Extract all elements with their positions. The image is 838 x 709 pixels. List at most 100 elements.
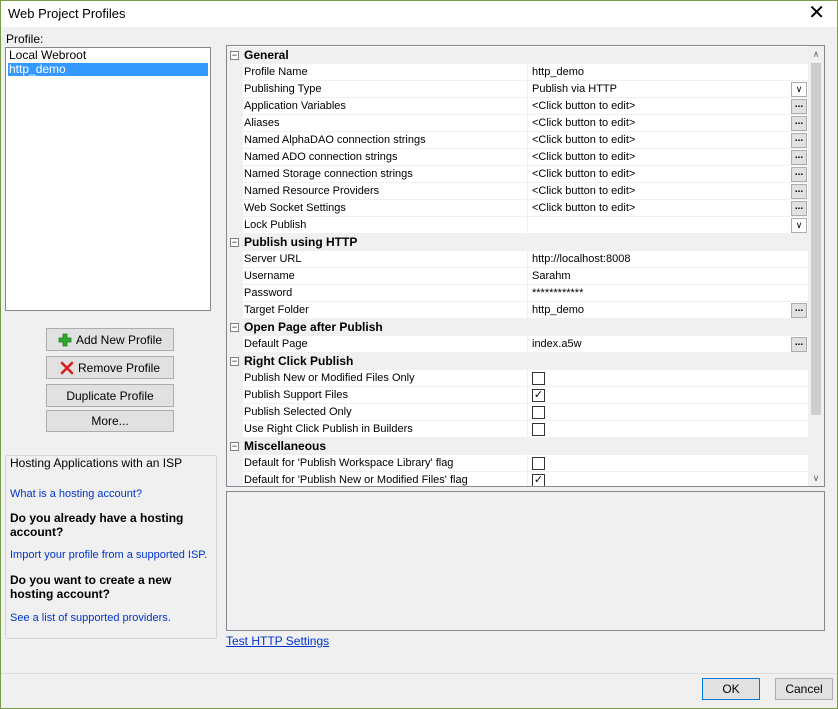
property-row-named-storage-connection-strings[interactable]: Named Storage connection strings <Click b… bbox=[227, 166, 809, 183]
property-row-server-url[interactable]: Server URL http://localhost:8008 bbox=[227, 251, 809, 268]
remove-profile-button[interactable]: Remove Profile bbox=[46, 356, 174, 379]
supported-providers-link[interactable]: See a list of supported providers. bbox=[10, 611, 210, 625]
import-profile-link[interactable]: Import your profile from a supported ISP… bbox=[10, 548, 210, 562]
duplicate-profile-button[interactable]: Duplicate Profile bbox=[46, 384, 174, 407]
scroll-down-icon[interactable]: ∨ bbox=[808, 470, 824, 486]
ellipsis-button[interactable]: ... bbox=[791, 150, 807, 165]
ellipsis-button[interactable]: ... bbox=[791, 116, 807, 131]
category-general[interactable]: − General bbox=[227, 47, 809, 64]
property-row-aliases[interactable]: Aliases <Click button to edit>... bbox=[227, 115, 809, 132]
property-value-cell[interactable]: ∨ bbox=[527, 217, 809, 234]
property-value-cell[interactable] bbox=[527, 370, 809, 387]
ellipsis-button[interactable]: ... bbox=[791, 99, 807, 114]
row-gutter bbox=[227, 132, 243, 149]
close-icon[interactable]: ✕ bbox=[808, 2, 825, 24]
scroll-thumb[interactable] bbox=[811, 63, 821, 415]
test-http-settings-link[interactable]: Test HTTP Settings bbox=[226, 634, 329, 648]
property-value: Sarahm bbox=[532, 270, 571, 282]
category-publish-using-http[interactable]: − Publish using HTTP bbox=[227, 234, 809, 251]
checkbox-checked[interactable]: ✓ bbox=[532, 474, 545, 486]
property-row-named-alphadao-connection-strings[interactable]: Named AlphaDAO connection strings <Click … bbox=[227, 132, 809, 149]
property-row-target-folder[interactable]: Target Folder http_demo... bbox=[227, 302, 809, 319]
property-value-cell[interactable]: http://localhost:8008 bbox=[527, 251, 809, 268]
property-value-cell[interactable]: <Click button to edit>... bbox=[527, 183, 809, 200]
ellipsis-button[interactable]: ... bbox=[791, 184, 807, 199]
property-row-lock-publish[interactable]: Lock Publish ∨ bbox=[227, 217, 809, 234]
profile-item-local-webroot[interactable]: Local Webroot bbox=[6, 49, 210, 62]
ellipsis-button[interactable]: ... bbox=[791, 201, 807, 216]
category-right-click-publish[interactable]: − Right Click Publish bbox=[227, 353, 809, 370]
checkbox-unchecked[interactable] bbox=[532, 372, 545, 385]
property-value-cell[interactable]: <Click button to edit>... bbox=[527, 149, 809, 166]
collapse-toggle-icon[interactable]: − bbox=[230, 238, 239, 247]
property-row-publish-support-files[interactable]: Publish Support Files ✓ bbox=[227, 387, 809, 404]
property-row-named-resource-providers[interactable]: Named Resource Providers <Click button to… bbox=[227, 183, 809, 200]
property-row-default-for-publish-new-or-modified-files-flag[interactable]: Default for 'Publish New or Modified Fil… bbox=[227, 472, 809, 486]
collapse-toggle-icon[interactable]: − bbox=[230, 51, 239, 60]
profile-list[interactable]: Local Webroot http_demo bbox=[5, 47, 211, 311]
property-value-cell[interactable]: ✓ bbox=[527, 387, 809, 404]
property-name: Named AlphaDAO connection strings bbox=[244, 134, 426, 146]
checkbox-unchecked[interactable] bbox=[532, 406, 545, 419]
row-gutter bbox=[227, 387, 243, 404]
property-row-default-page[interactable]: Default Page index.a5w... bbox=[227, 336, 809, 353]
category-label: Miscellaneous bbox=[244, 439, 327, 453]
property-row-web-socket-settings[interactable]: Web Socket Settings <Click button to edit… bbox=[227, 200, 809, 217]
property-row-publishing-type[interactable]: Publishing Type Publish via HTTP ∨ bbox=[227, 81, 809, 98]
property-row-default-for-publish-workspace-library-flag[interactable]: Default for 'Publish Workspace Library' … bbox=[227, 455, 809, 472]
property-row-application-variables[interactable]: Application Variables <Click button to ed… bbox=[227, 98, 809, 115]
property-value-cell[interactable]: <Click button to edit>... bbox=[527, 132, 809, 149]
property-row-password[interactable]: Password ************ bbox=[227, 285, 809, 302]
property-value-cell[interactable]: http_demo... bbox=[527, 302, 809, 319]
property-value-cell[interactable] bbox=[527, 421, 809, 438]
ellipsis-button[interactable]: ... bbox=[791, 303, 807, 318]
scroll-up-icon[interactable]: ∧ bbox=[808, 46, 824, 62]
category-miscellaneous[interactable]: − Miscellaneous bbox=[227, 438, 809, 455]
checkbox-unchecked[interactable] bbox=[532, 457, 545, 470]
checkbox-checked[interactable]: ✓ bbox=[532, 389, 545, 402]
property-value-cell[interactable]: Sarahm bbox=[527, 268, 809, 285]
checkbox-unchecked[interactable] bbox=[532, 423, 545, 436]
property-value-cell[interactable] bbox=[527, 404, 809, 421]
property-value-cell[interactable]: <Click button to edit>... bbox=[527, 98, 809, 115]
collapse-toggle-icon[interactable]: − bbox=[230, 323, 239, 332]
property-value-cell[interactable]: ************ bbox=[527, 285, 809, 302]
property-row-publish-new-or-modified-files-only[interactable]: Publish New or Modified Files Only bbox=[227, 370, 809, 387]
collapse-toggle-icon[interactable]: − bbox=[230, 357, 239, 366]
grid-scrollbar[interactable]: ∧ ∨ bbox=[808, 46, 824, 486]
more-button[interactable]: More... bbox=[46, 410, 174, 432]
property-name: Publish New or Modified Files Only bbox=[244, 372, 415, 384]
row-gutter bbox=[227, 149, 243, 166]
property-value-cell[interactable]: http_demo bbox=[527, 64, 809, 81]
category-open-page-after-publish[interactable]: − Open Page after Publish bbox=[227, 319, 809, 336]
property-value-cell[interactable]: Publish via HTTP ∨ bbox=[527, 81, 809, 98]
dropdown-chevron-icon[interactable]: ∨ bbox=[791, 82, 807, 97]
property-value-cell[interactable] bbox=[527, 455, 809, 472]
property-value-cell[interactable]: <Click button to edit>... bbox=[527, 166, 809, 183]
ok-label: OK bbox=[722, 682, 740, 696]
what-is-hosting-link[interactable]: What is a hosting account? bbox=[10, 487, 210, 501]
profile-item-http-demo[interactable]: http_demo bbox=[8, 63, 208, 76]
remove-profile-label: Remove Profile bbox=[77, 360, 161, 375]
property-value-cell[interactable]: <Click button to edit>... bbox=[527, 200, 809, 217]
property-value-cell[interactable]: <Click button to edit>... bbox=[527, 115, 809, 132]
property-row-named-ado-connection-strings[interactable]: Named ADO connection strings <Click butto… bbox=[227, 149, 809, 166]
property-row-publish-selected-only[interactable]: Publish Selected Only bbox=[227, 404, 809, 421]
category-label: Right Click Publish bbox=[244, 354, 354, 368]
ellipsis-button[interactable]: ... bbox=[791, 133, 807, 148]
ellipsis-button[interactable]: ... bbox=[791, 337, 807, 352]
ok-button[interactable]: OK bbox=[702, 678, 760, 700]
property-grid[interactable]: ∧ ∨ − General Profile Name http_demo Publish… bbox=[226, 45, 825, 487]
property-row-use-right-click-publish-in-builders[interactable]: Use Right Click Publish in Builders bbox=[227, 421, 809, 438]
property-row-profile-name[interactable]: Profile Name http_demo bbox=[227, 64, 809, 81]
category-label: Publish using HTTP bbox=[244, 235, 358, 249]
cancel-button[interactable]: Cancel bbox=[775, 678, 833, 700]
dropdown-chevron-icon[interactable]: ∨ bbox=[791, 218, 807, 233]
add-new-profile-button[interactable]: Add New Profile bbox=[46, 328, 174, 351]
row-gutter bbox=[227, 115, 243, 132]
ellipsis-button[interactable]: ... bbox=[791, 167, 807, 182]
property-row-username[interactable]: Username Sarahm bbox=[227, 268, 809, 285]
collapse-toggle-icon[interactable]: − bbox=[230, 442, 239, 451]
property-value-cell[interactable]: ✓ bbox=[527, 472, 809, 486]
property-value-cell[interactable]: index.a5w... bbox=[527, 336, 809, 353]
